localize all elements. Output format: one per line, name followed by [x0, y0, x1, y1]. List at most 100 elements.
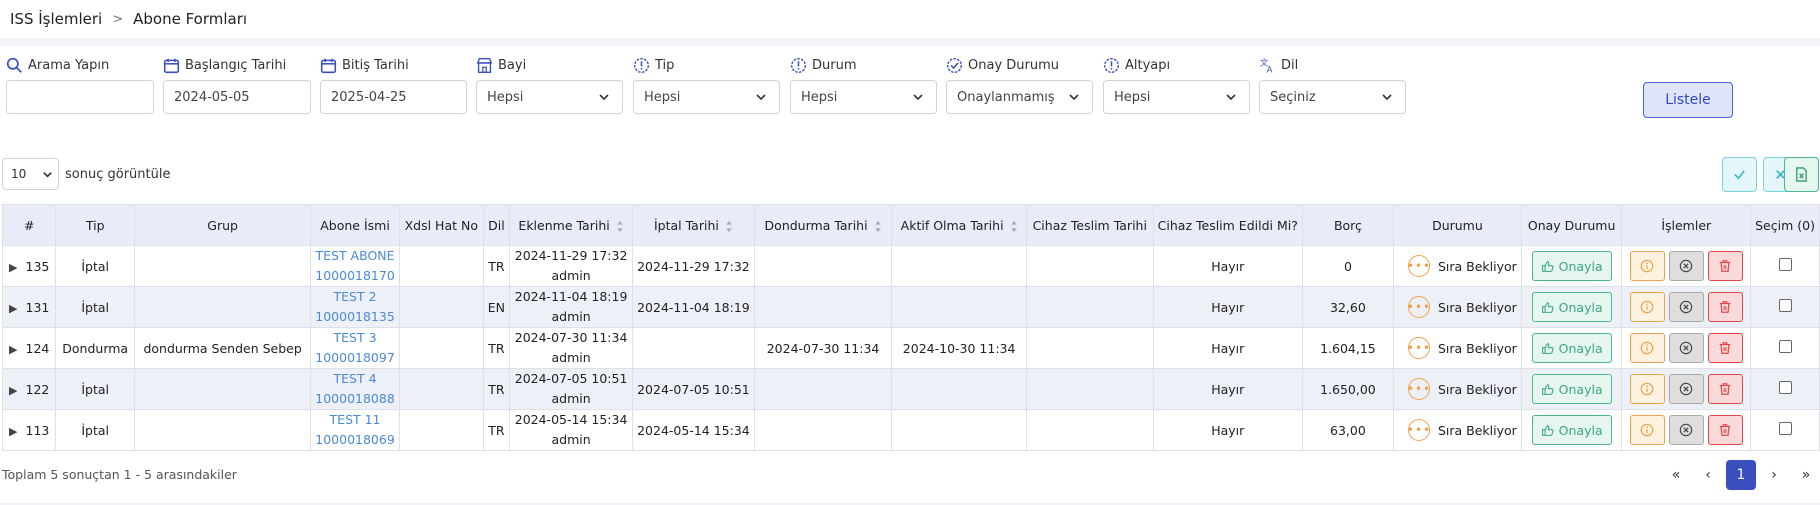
col-header-borc[interactable]: Borç — [1301, 204, 1394, 246]
cell-xdsl — [398, 327, 484, 369]
abone-name-link[interactable]: TEST 3 — [315, 328, 395, 348]
bayi-select[interactable]: Hepsi — [476, 80, 623, 114]
approve-button[interactable]: Onayla — [1531, 251, 1612, 281]
info-button[interactable] — [1629, 292, 1665, 322]
delete-button[interactable] — [1707, 374, 1743, 404]
info-button[interactable] — [1629, 374, 1665, 404]
approve-button[interactable]: Onayla — [1531, 415, 1612, 445]
delete-button[interactable] — [1707, 292, 1743, 322]
cancel-button[interactable] — [1668, 333, 1704, 363]
page-prev-button[interactable]: ‹ — [1692, 460, 1724, 490]
info-button[interactable] — [1629, 415, 1665, 445]
cell-secim — [1750, 368, 1820, 410]
table-row[interactable]: ▶ 122 İptal TEST 4 1000018088 TR 2024-07-0… — [1, 368, 1820, 410]
abone-number-link[interactable]: 1000018097 — [315, 348, 395, 368]
cell-iptal: 2024-11-29 17:32 — [632, 245, 755, 287]
list-button[interactable]: Listele — [1643, 82, 1733, 118]
expand-arrow-icon[interactable]: ▶ — [9, 261, 17, 274]
row-select-checkbox[interactable] — [1778, 422, 1792, 435]
info-icon — [1104, 57, 1119, 73]
cancel-button[interactable] — [1668, 374, 1704, 404]
start-date-input[interactable]: 2024-05-05 — [163, 80, 311, 114]
translate-icon: 文A — [1260, 57, 1273, 74]
cell-aktif — [891, 409, 1027, 451]
thumbs-up-icon — [1541, 260, 1554, 272]
row-select-checkbox[interactable] — [1778, 381, 1792, 394]
cell-onay: Onayla — [1520, 368, 1623, 410]
approve-button[interactable]: Onayla — [1531, 333, 1612, 363]
col-header-id[interactable]: # — [1, 204, 57, 246]
cancel-button[interactable] — [1668, 251, 1704, 281]
col-header-onay-durumu[interactable]: Onay Durumu — [1520, 204, 1623, 246]
abone-name-link[interactable]: TEST 11 — [315, 410, 395, 430]
cancel-button[interactable] — [1668, 292, 1704, 322]
col-header-cihaz-tarih[interactable]: Cihaz Teslim Tarihi — [1025, 204, 1154, 246]
col-header-xdsl[interactable]: Xdsl Hat No — [398, 204, 484, 246]
start-date-label: Başlangıç Tarihi — [185, 57, 287, 73]
page-first-button[interactable]: « — [1660, 460, 1692, 490]
table-row[interactable]: ▶ 113 İptal TEST 11 1000018069 TR 2024-05-… — [1, 409, 1820, 451]
end-date-input[interactable]: 2025-04-25 — [320, 80, 467, 114]
tip-select[interactable]: Hepsi — [633, 80, 780, 114]
delete-button[interactable] — [1707, 333, 1743, 363]
page-length-select[interactable]: 10 — [2, 158, 59, 190]
status-text: Sıra Bekliyor — [1437, 340, 1517, 356]
page-next-button[interactable]: › — [1758, 460, 1790, 490]
excel-export-button[interactable] — [1784, 157, 1819, 192]
col-header-dondurma[interactable]: Dondurma Tarihi — [753, 204, 893, 246]
page-last-button[interactable]: » — [1790, 460, 1820, 490]
info-button[interactable] — [1629, 333, 1665, 363]
row-select-checkbox[interactable] — [1778, 299, 1792, 312]
abone-number-link[interactable]: 1000018088 — [315, 389, 395, 409]
col-header-iptal[interactable]: İptal Tarihi — [632, 204, 755, 246]
info-icon — [1640, 382, 1654, 396]
expand-arrow-icon[interactable]: ▶ — [9, 425, 17, 438]
expand-arrow-icon[interactable]: ▶ — [9, 343, 17, 356]
status-badge: ••• Sıra Bekliyor — [1398, 255, 1517, 277]
col-header-eklenme[interactable]: Eklenme Tarihi — [509, 204, 634, 246]
altyapi-select[interactable]: Hepsi — [1103, 80, 1250, 114]
pagination: « ‹ 1 › » — [1660, 460, 1820, 490]
breadcrumb-root[interactable]: ISS İşlemleri — [10, 10, 102, 28]
table-row[interactable]: ▶ 135 İptal TEST ABONE 1000018170 TR 2024-… — [1, 245, 1820, 287]
abone-number-link[interactable]: 1000018069 — [315, 430, 395, 450]
page-current-button[interactable]: 1 — [1726, 460, 1756, 490]
cancel-button[interactable] — [1668, 415, 1704, 445]
onay-durumu-label: Onay Durumu — [968, 57, 1059, 73]
abone-name-link[interactable]: TEST 4 — [315, 369, 395, 389]
cell-grup: dondurma Senden Sebep — [133, 327, 312, 369]
svg-text:A: A — [1267, 65, 1273, 74]
col-header-tip[interactable]: Tip — [55, 204, 135, 246]
approve-button[interactable]: Onayla — [1531, 292, 1612, 322]
durum-select[interactable]: Hepsi — [790, 80, 937, 114]
info-button[interactable] — [1629, 251, 1665, 281]
abone-name-link[interactable]: TEST 2 — [315, 287, 395, 307]
expand-arrow-icon[interactable]: ▶ — [9, 384, 17, 397]
abone-name-link[interactable]: TEST ABONE — [315, 246, 395, 266]
abone-number-link[interactable]: 1000018170 — [315, 266, 395, 286]
col-header-cihaz-edildi[interactable]: Cihaz Teslim Edildi Mi? — [1152, 204, 1303, 246]
cell-cihaz-tarih — [1025, 409, 1154, 451]
trash-icon — [1719, 260, 1731, 272]
table-row[interactable]: ▶ 124 Dondurma dondurma Senden Sebep TEST… — [1, 327, 1820, 369]
bulk-approve-button[interactable] — [1722, 157, 1757, 192]
row-select-checkbox[interactable] — [1778, 258, 1792, 271]
delete-button[interactable] — [1707, 251, 1743, 281]
abone-number-link[interactable]: 1000018135 — [315, 307, 395, 327]
col-header-grup[interactable]: Grup — [133, 204, 312, 246]
calendar-icon — [320, 58, 337, 73]
col-header-aktif[interactable]: Aktif Olma Tarihi — [891, 204, 1027, 246]
approve-button[interactable]: Onayla — [1531, 374, 1612, 404]
col-header-secim: Seçim (0) — [1750, 204, 1820, 246]
delete-button[interactable] — [1707, 415, 1743, 445]
col-header-dil[interactable]: Dil — [482, 204, 511, 246]
expand-arrow-icon[interactable]: ▶ — [9, 302, 17, 315]
row-select-checkbox[interactable] — [1778, 340, 1792, 353]
cell-islemler — [1621, 286, 1752, 328]
dil-select[interactable]: Seçiniz — [1259, 80, 1406, 114]
search-input[interactable] — [6, 80, 154, 114]
table-row[interactable]: ▶ 131 İptal TEST 2 1000018135 EN 2024-11-0… — [1, 286, 1820, 328]
onay-durumu-select[interactable]: Onaylanmamış — [946, 80, 1093, 114]
col-header-abone-ismi[interactable]: Abone İsmi — [310, 204, 400, 246]
col-header-durumu[interactable]: Durumu — [1392, 204, 1522, 246]
